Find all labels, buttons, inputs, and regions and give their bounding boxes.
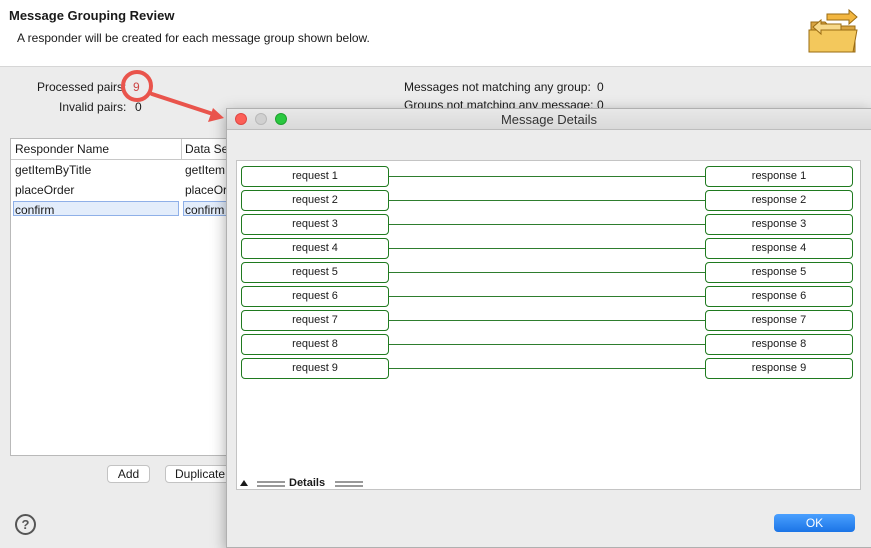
table-row-selected[interactable]: confirm confirm — [11, 200, 229, 220]
pair-connector-line — [389, 296, 705, 297]
response-node[interactable]: response 5 — [705, 262, 853, 283]
request-node[interactable]: request 5 — [241, 262, 389, 283]
annotation-arrow-head — [208, 108, 224, 122]
pair-connector-line — [389, 272, 705, 273]
response-node[interactable]: response 3 — [705, 214, 853, 235]
ok-button[interactable]: OK — [774, 514, 855, 532]
duplicate-button[interactable]: Duplicate — [165, 465, 235, 483]
responder-name-cell[interactable]: placeOrder — [15, 183, 74, 197]
annotation-arrow-shaft — [150, 92, 218, 117]
pair-connector-line — [389, 248, 705, 249]
request-node[interactable]: request 8 — [241, 334, 389, 355]
dialog-titlebar[interactable]: Message Details — [227, 109, 871, 130]
column-header-data-source[interactable]: Data Se — [185, 142, 228, 156]
responder-name-cell[interactable]: confirm — [15, 203, 54, 217]
table-header: Responder Name Data Se — [11, 139, 229, 160]
data-source-cell[interactable]: confirm — [185, 203, 224, 217]
response-node[interactable]: response 4 — [705, 238, 853, 259]
invalid-pairs-label: Invalid pairs: — [59, 100, 127, 114]
help-icon[interactable]: ? — [15, 514, 36, 535]
invalid-pairs-value: 0 — [135, 100, 142, 114]
request-node[interactable]: request 1 — [241, 166, 389, 187]
request-node[interactable]: request 7 — [241, 310, 389, 331]
pair-connector-line — [389, 200, 705, 201]
response-node[interactable]: response 9 — [705, 358, 853, 379]
column-divider[interactable] — [181, 139, 182, 159]
details-toggle[interactable]: Details — [237, 477, 860, 491]
unmatched-messages-value: 0 — [597, 80, 604, 94]
request-node[interactable]: request 9 — [241, 358, 389, 379]
dialog-title: Message Details — [500, 112, 598, 127]
grip-lines-icon — [257, 481, 285, 487]
page-description: A responder will be created for each mes… — [17, 31, 370, 45]
data-source-cell[interactable]: placeOr — [185, 183, 227, 197]
request-node[interactable]: request 6 — [241, 286, 389, 307]
unmatched-messages-label: Messages not matching any group: — [404, 80, 591, 94]
column-header-responder-name[interactable]: Responder Name — [15, 142, 109, 156]
responder-table[interactable]: Responder Name Data Se getItemByTitle ge… — [10, 138, 230, 456]
folder-exchange-icon — [807, 8, 861, 56]
pair-connector-line — [389, 344, 705, 345]
pair-connector-line — [389, 224, 705, 225]
table-row[interactable]: placeOrder placeOr — [11, 180, 229, 200]
table-row[interactable]: getItemByTitle getItem — [11, 160, 229, 180]
processed-pairs-label: Processed pairs: — [37, 80, 127, 94]
request-node[interactable]: request 4 — [241, 238, 389, 259]
header-panel: Message Grouping Review A responder will… — [0, 0, 871, 67]
message-details-dialog: Message Details request 1 response 1 reque… — [226, 108, 871, 548]
response-node[interactable]: response 8 — [705, 334, 853, 355]
response-node[interactable]: response 7 — [705, 310, 853, 331]
pair-connector-line — [389, 176, 705, 177]
responder-name-cell[interactable]: getItemByTitle — [15, 163, 91, 177]
add-button[interactable]: Add — [107, 465, 150, 483]
response-node[interactable]: response 6 — [705, 286, 853, 307]
response-node[interactable]: response 2 — [705, 190, 853, 211]
processed-pairs-value: 9 — [133, 80, 140, 94]
request-node[interactable]: request 2 — [241, 190, 389, 211]
details-label[interactable]: Details — [289, 477, 325, 489]
grip-lines-icon — [335, 481, 363, 487]
pair-connector-line — [389, 368, 705, 369]
collapse-arrow-icon[interactable] — [240, 480, 248, 486]
page-title: Message Grouping Review — [9, 8, 175, 23]
response-node[interactable]: response 1 — [705, 166, 853, 187]
pair-connector-line — [389, 320, 705, 321]
message-pairs-panel: request 1 response 1 request 2 response 2 re… — [236, 160, 861, 490]
request-node[interactable]: request 3 — [241, 214, 389, 235]
data-source-cell[interactable]: getItem — [185, 163, 225, 177]
